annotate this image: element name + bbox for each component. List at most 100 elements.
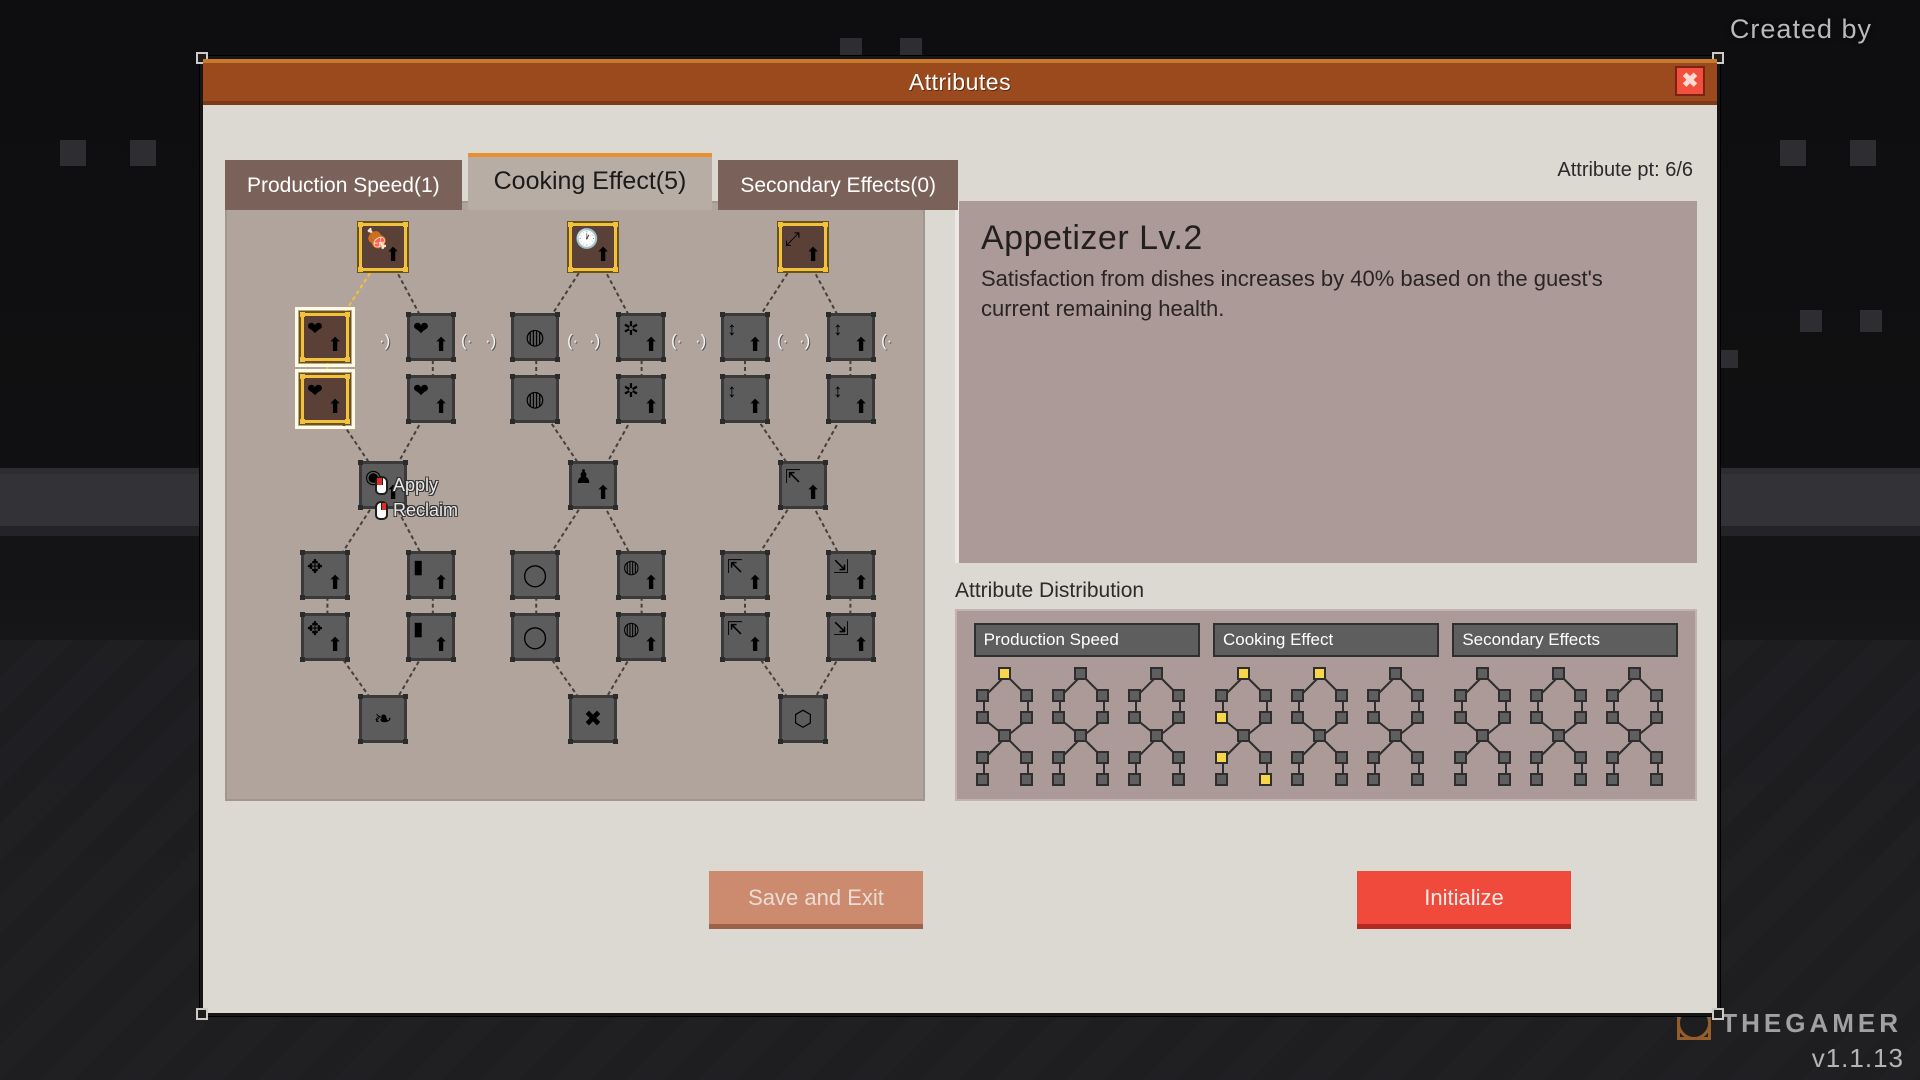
attribute-detail-panel: Appetizer Lv.2 Satisfaction from dishes … (955, 201, 1697, 563)
tab-1[interactable]: Cooking Effect(5) (467, 153, 713, 210)
node-corner-dot (661, 595, 666, 600)
node-corner-dot (568, 694, 573, 699)
skill-node-icon: ⬡ (793, 706, 813, 731)
distribution-column-title: Cooking Effect (1212, 623, 1439, 657)
skill-node-r8[interactable]: ⇲ ⬆ (826, 550, 876, 600)
skill-tree-panel: 🍖 ⬆ ❤ ⬆ ❤ ⬆ ❤ ⬆ ❤ ⬆ ◉ ⬆ ✥ ⬆ ▮ ⬆ ✥ ⬆ ▮ ⬆ ❧ 🕐 ⬆ ◍ ✲ ⬆ ◍ ✲ ⬆ ♟ ⬆ ◯ ◍ ⬆ ◯ ◍ ⬆ ✖ ⤢ ⬆… (225, 201, 925, 801)
skill-node-m6[interactable]: ♟ ⬆ (568, 460, 618, 510)
node-corner-dot (616, 595, 621, 600)
mini-map-node (1574, 711, 1588, 724)
skill-node-r4[interactable]: ↕ ⬆ (720, 374, 770, 424)
skill-node-r11[interactable]: ⬡ (778, 694, 828, 744)
node-corner-dot (451, 550, 456, 555)
reclaim-action-row: Reclaim (375, 500, 458, 521)
skill-node-icon: ⇱ ⬆ (727, 557, 763, 594)
node-corner-dot (358, 505, 363, 510)
skill-node-n4[interactable]: ❤ ⬆ (295, 369, 355, 429)
skill-node-n3[interactable]: ❤ ⬆ (406, 312, 456, 362)
save-and-exit-button[interactable]: Save and Exit (709, 871, 923, 929)
node-action-tooltip: Apply Reclaim (375, 475, 458, 521)
skill-node-r3[interactable]: ↕ ⬆ (826, 312, 876, 362)
skill-node-r2[interactable]: ↕ ⬆ (720, 312, 770, 362)
mini-map-node (1476, 667, 1490, 680)
mini-map-node (1650, 773, 1664, 786)
distribution-column-title: Secondary Effects (1452, 623, 1679, 657)
node-corner-dot (871, 374, 876, 379)
mini-map-node (1552, 667, 1566, 680)
mini-map-node (1051, 711, 1065, 724)
skill-node-n8[interactable]: ▮ ⬆ (406, 550, 456, 600)
node-corner-dot (661, 374, 666, 379)
skill-node-n10[interactable]: ▮ ⬆ (406, 612, 456, 662)
skill-node-r7[interactable]: ⇱ ⬆ (720, 550, 770, 600)
node-corner-dot (300, 419, 305, 424)
skill-node-n1[interactable]: 🍖 ⬆ (358, 222, 408, 272)
mini-map-node (997, 667, 1011, 680)
mini-map-node (1051, 773, 1065, 786)
apply-action-row: Apply (375, 475, 458, 496)
node-corner-dot (345, 550, 350, 555)
skill-node-r10[interactable]: ⇲ ⬆ (826, 612, 876, 662)
skill-node-m3[interactable]: ✲ ⬆ (616, 312, 666, 362)
mini-map-node (1530, 773, 1544, 786)
mini-map-links (982, 674, 1181, 781)
skill-node-m1[interactable]: 🕐 ⬆ (568, 222, 618, 272)
mini-map-node (1552, 729, 1566, 742)
node-corner-dot (823, 222, 828, 227)
node-corner-dot (720, 374, 725, 379)
node-corner-dot (720, 595, 725, 600)
skill-node-m5[interactable]: ✲ ⬆ (616, 374, 666, 424)
skill-node-m7[interactable]: ◯ (510, 550, 560, 600)
skill-node-m11[interactable]: ✖ (568, 694, 618, 744)
skill-node-r6[interactable]: ⇱ ⬆ (778, 460, 828, 510)
skill-node-icon: ◍ ⬆ (623, 619, 659, 656)
initialize-button[interactable]: Initialize (1357, 871, 1571, 929)
node-corner-dot (823, 505, 828, 510)
attribute-distribution-label: Attribute Distribution (955, 579, 1145, 602)
node-corner-dot (555, 357, 560, 362)
mini-map-node (1171, 689, 1185, 702)
skill-node-n11[interactable]: ❧ (358, 694, 408, 744)
window-title-bar[interactable]: Attributes ✖ (203, 59, 1717, 105)
node-corner-dot (871, 419, 876, 424)
mini-map-node (975, 751, 989, 764)
node-corner-dot (616, 419, 621, 424)
skill-node-icon: ◍ (525, 324, 545, 349)
skill-node-icon: ✥ ⬆ (307, 557, 343, 594)
skill-node-m8[interactable]: ◍ ⬆ (616, 550, 666, 600)
node-corner-dot (555, 612, 560, 617)
node-corner-dot (555, 374, 560, 379)
mini-map-node (1410, 751, 1424, 764)
mini-map-node (1498, 773, 1512, 786)
skill-node-n5[interactable]: ❤ ⬆ (406, 374, 456, 424)
node-corner-dot (510, 612, 515, 617)
mini-map-node (1258, 751, 1272, 764)
node-corner-dot (510, 657, 515, 662)
node-corner-dot (510, 374, 515, 379)
skill-node-icon: ⇱ ⬆ (727, 619, 763, 656)
skill-node-n2[interactable]: ❤ ⬆ (295, 307, 355, 367)
skill-node-icon: ❤ ⬆ (307, 319, 343, 356)
skill-node-r9[interactable]: ⇱ ⬆ (720, 612, 770, 662)
tab-0[interactable]: Production Speed(1) (225, 160, 462, 210)
skill-node-m2[interactable]: ◍ (510, 312, 560, 362)
skill-node-r1[interactable]: ⤢ ⬆ (778, 222, 828, 272)
skill-node-m9[interactable]: ◯ (510, 612, 560, 662)
node-corner-dot (345, 374, 350, 379)
node-corner-dot (403, 739, 408, 744)
skill-node-r5[interactable]: ↕ ⬆ (826, 374, 876, 424)
skill-node-n9[interactable]: ✥ ⬆ (300, 612, 350, 662)
skill-node-n7[interactable]: ✥ ⬆ (300, 550, 350, 600)
skill-node-m4[interactable]: ◍ (510, 374, 560, 424)
node-corner-dot (778, 505, 783, 510)
mini-map-node (1019, 711, 1033, 724)
node-corner-dot (451, 374, 456, 379)
skill-node-icon: ◍ ⬆ (623, 557, 659, 594)
tab-2[interactable]: Secondary Effects(0) (718, 160, 959, 210)
mini-map-node (1095, 773, 1109, 786)
node-corner-dot (403, 222, 408, 227)
close-button[interactable]: ✖ (1675, 66, 1705, 96)
skill-node-m10[interactable]: ◍ ⬆ (616, 612, 666, 662)
node-corner-dot (510, 550, 515, 555)
mini-map-node (1476, 729, 1490, 742)
